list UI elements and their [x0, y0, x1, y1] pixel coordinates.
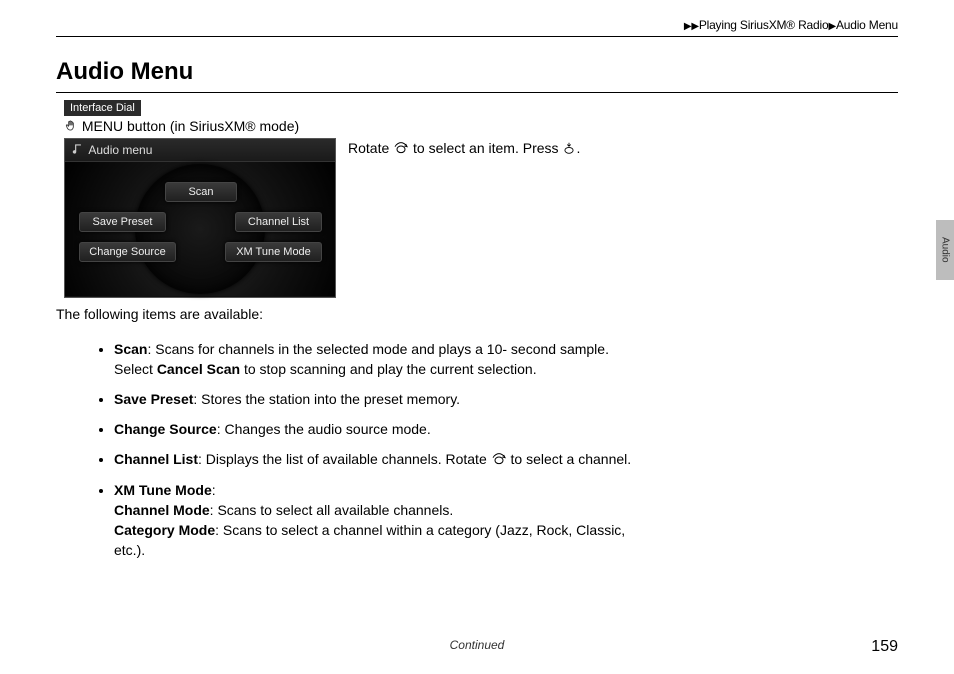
xm-tune-mode-button[interactable]: XM Tune Mode — [225, 242, 322, 262]
list-item: Save Preset: Stores the station into the… — [114, 390, 644, 410]
xm-colon: : — [212, 482, 216, 498]
menu-button-text: MENU button (in SiriusXM® mode) — [82, 118, 299, 134]
channel-list-desc2: to select a channel. — [507, 451, 632, 467]
hand-icon — [64, 119, 78, 136]
rotate-dial-icon — [491, 452, 507, 472]
list-item: Scan: Scans for channels in the selected… — [114, 340, 644, 380]
list-item: Channel List: Displays the list of avail… — [114, 450, 644, 472]
save-preset-label: Save Preset — [114, 391, 193, 407]
channel-mode-desc: : Scans to select all available channels… — [210, 502, 454, 518]
cancel-scan-label: Cancel Scan — [157, 361, 240, 377]
scan-label: Scan — [114, 341, 147, 357]
category-mode-label: Category Mode — [114, 522, 215, 538]
screenshot-body: Scan Save Preset Channel List Change Sou… — [65, 162, 335, 296]
interface-dial-badge: Interface Dial — [64, 100, 141, 116]
instruction-line: Rotate to select an item. Press . — [348, 140, 580, 158]
change-source-desc: : Changes the audio source mode. — [217, 421, 431, 437]
press-dial-icon — [562, 141, 576, 158]
screenshot-title: Audio menu — [88, 143, 152, 157]
intro-text: The following items are available: — [56, 306, 263, 322]
item-list: Scan: Scans for channels in the selected… — [74, 340, 644, 571]
continued-label: Continued — [450, 638, 505, 652]
chevron-right-icon: ▶ — [828, 21, 836, 32]
change-source-label: Change Source — [114, 421, 217, 437]
menu-button-line: MENU button (in SiriusXM® mode) — [64, 118, 299, 136]
music-note-icon — [71, 142, 85, 159]
header-rule — [56, 36, 898, 37]
device-screenshot: Audio menu Scan Save Preset Channel List… — [64, 138, 336, 298]
section-tab: Audio — [936, 220, 954, 280]
breadcrumb: ▶▶Playing SiriusXM® Radio▶Audio Menu — [684, 18, 898, 32]
rotate-dial-icon — [393, 141, 409, 158]
end-text: . — [576, 140, 580, 156]
xm-tune-label: XM Tune Mode — [114, 482, 212, 498]
rotate-text: Rotate — [348, 140, 393, 156]
select-text: to select an item. Press — [409, 140, 562, 156]
screenshot-header: Audio menu — [65, 139, 335, 162]
scan-desc2: to stop scanning and play the current se… — [240, 361, 537, 377]
channel-mode-label: Channel Mode — [114, 502, 210, 518]
page-title: Audio Menu — [56, 58, 898, 93]
change-source-button[interactable]: Change Source — [79, 242, 176, 262]
channel-list-desc: : Displays the list of available channel… — [198, 451, 491, 467]
breadcrumb-page: Audio Menu — [836, 18, 898, 32]
list-item: Change Source: Changes the audio source … — [114, 420, 644, 440]
scan-button[interactable]: Scan — [165, 182, 237, 202]
save-preset-button[interactable]: Save Preset — [79, 212, 166, 232]
list-item: XM Tune Mode: Channel Mode: Scans to sel… — [114, 481, 644, 561]
chevron-right-icon: ▶▶ — [684, 21, 699, 32]
manual-page: ▶▶Playing SiriusXM® Radio▶Audio Menu Aud… — [56, 0, 898, 674]
breadcrumb-section: Playing SiriusXM® Radio — [699, 18, 829, 32]
save-preset-desc: : Stores the station into the preset mem… — [193, 391, 460, 407]
channel-list-button[interactable]: Channel List — [235, 212, 322, 232]
page-number: 159 — [871, 638, 898, 656]
channel-list-label: Channel List — [114, 451, 198, 467]
